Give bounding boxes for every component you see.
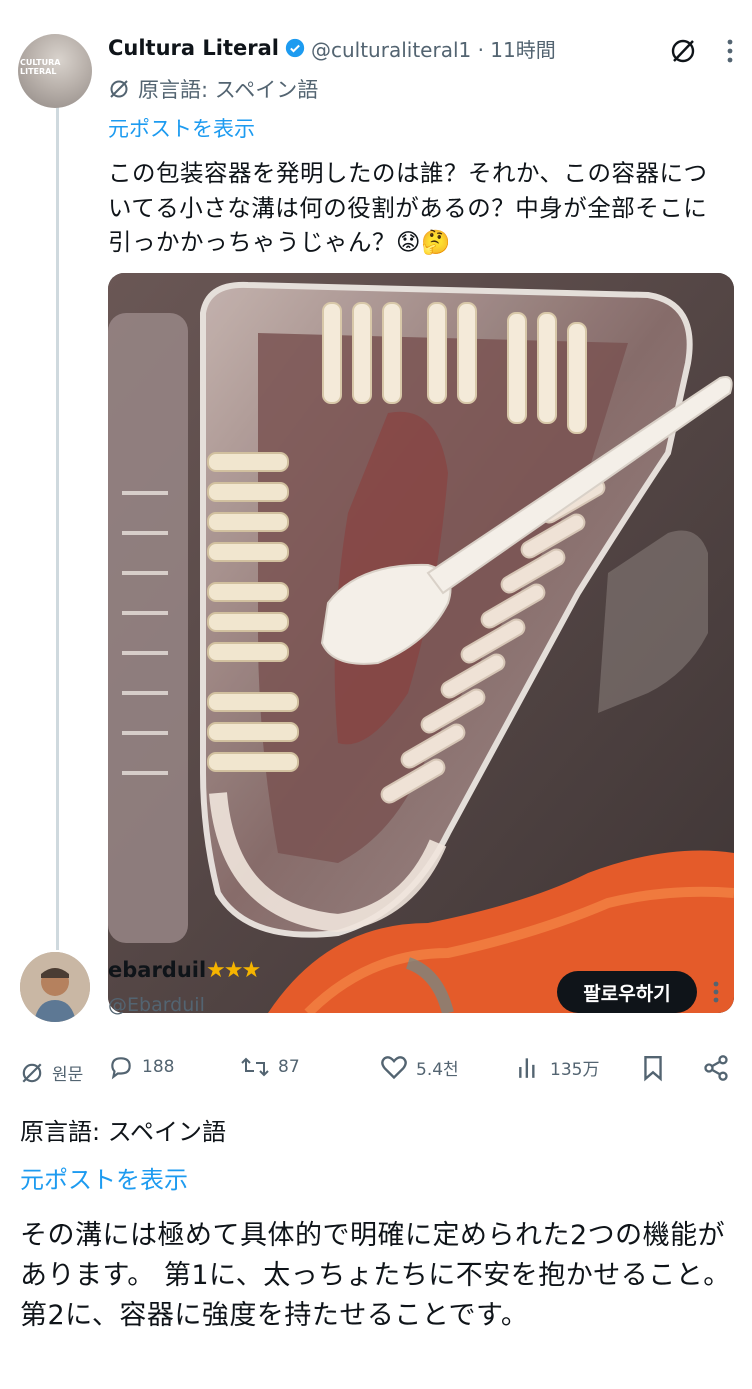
bookmark-icon[interactable] — [640, 1054, 666, 1082]
verified-badge-icon — [285, 38, 305, 58]
reply-more-options-icon[interactable] — [712, 980, 720, 1004]
follow-button[interactable]: 팔로우하기 — [557, 971, 697, 1013]
reply-count: 188 — [142, 1057, 175, 1077]
translate-icon — [110, 80, 128, 98]
post-top-actions — [668, 36, 734, 66]
original-text-button[interactable]: 원문 — [20, 1060, 83, 1085]
views-button[interactable]: 135万 — [516, 1054, 599, 1080]
reply-stars: ★★★ — [206, 958, 261, 983]
views-count: 135万 — [550, 1059, 600, 1080]
repost-button[interactable]: 87 — [240, 1054, 300, 1080]
reply-avatar[interactable] — [20, 952, 90, 1022]
more-options-icon[interactable] — [726, 38, 734, 64]
reply-original-language: 原言語: スペイン語 — [20, 1118, 227, 1146]
repost-count: 87 — [278, 1057, 300, 1077]
show-original-link[interactable]: 元ポストを表示 — [108, 113, 255, 143]
post-header: Cultura Literal @culturaliteral1 · 11時間 — [108, 34, 556, 62]
like-count: 5.4천 — [416, 1059, 459, 1080]
original-language: 原言語: スペイン語 — [108, 74, 318, 104]
reply-action-bar: 원문 188 87 5.4천 135万 — [0, 1050, 752, 1090]
reply-icon — [111, 1057, 131, 1080]
reply-button[interactable]: 188 — [108, 1054, 174, 1080]
avatar[interactable]: CULTURA LITERAL — [18, 34, 92, 108]
post-text: この包装容器を発明したのは誰？それか、この容器についてる小さな溝は何の役割がある… — [108, 159, 708, 256]
thread-line — [56, 104, 59, 950]
reply-header: ebarduil ★★★ @Ebarduil 팔로우하기 — [0, 950, 752, 1030]
original-text-label: 원문 — [52, 1065, 84, 1085]
like-button[interactable]: 5.4천 — [380, 1054, 459, 1080]
heart-icon — [381, 1056, 407, 1080]
views-chart-icon — [519, 1058, 535, 1078]
reply-author-handle[interactable]: @Ebarduil — [108, 994, 205, 1016]
repost-icon — [241, 1057, 269, 1077]
reply-show-original-link[interactable]: 元ポストを表示 — [20, 1160, 188, 1195]
translate-icon — [22, 1063, 42, 1082]
author-handle-time[interactable]: @culturaliteral1 · 11時間 — [311, 34, 556, 63]
post-image[interactable] — [108, 273, 734, 1013]
share-icon[interactable] — [702, 1054, 730, 1082]
avatar-label: CULTURA LITERAL — [20, 58, 61, 76]
author-name[interactable]: Cultura Literal — [108, 36, 279, 60]
grok-icon[interactable] — [668, 36, 698, 66]
reply-author-name[interactable]: ebarduil — [108, 958, 206, 982]
container-photo — [108, 273, 734, 1013]
reply-text: その溝には極めて具体的で明確に定められた2つの機能があります。 第1に、太っちょ… — [20, 1220, 731, 1331]
original-language-label: 原言語: スペイン語 — [138, 78, 319, 102]
